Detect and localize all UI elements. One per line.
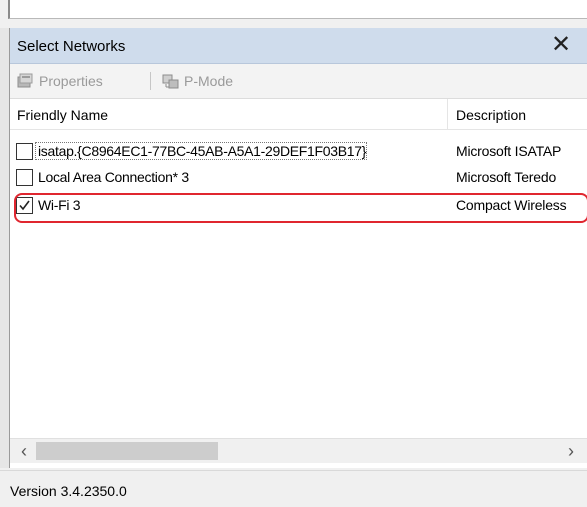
description-cell: Microsoft ISATAP <box>456 143 562 159</box>
friendly-name-cell: Local Area Connection* 3 <box>38 169 189 185</box>
column-header-description[interactable]: Description <box>456 107 526 123</box>
dialog-title: Select Networks <box>17 38 126 55</box>
row-checkbox[interactable] <box>16 197 33 214</box>
close-button[interactable]: ✕ <box>549 32 573 58</box>
scrollbar-thumb[interactable] <box>36 442 218 460</box>
properties-button[interactable]: Properties <box>17 71 103 91</box>
scroll-right-icon[interactable]: › <box>561 441 581 461</box>
properties-label: Properties <box>39 73 103 89</box>
toolbar-separator <box>150 72 151 90</box>
parent-window-edge <box>0 28 10 468</box>
column-divider[interactable] <box>447 99 448 129</box>
status-bar: Version 3.4.2350.0 <box>0 470 587 507</box>
row-checkbox[interactable] <box>16 169 33 186</box>
column-header-friendly-name[interactable]: Friendly Name <box>17 107 108 123</box>
p-mode-button[interactable]: P-Mode <box>162 71 233 91</box>
toolbar: Properties P-Mode <box>10 64 587 99</box>
select-networks-dialog: Select Networks ✕ Properties P-Mode Frie… <box>10 28 587 468</box>
close-icon: ✕ <box>550 31 572 58</box>
parent-window-input <box>8 0 587 19</box>
p-mode-label: P-Mode <box>184 73 234 89</box>
version-label: Version 3.4.2350.0 <box>10 483 127 499</box>
title-bar: Select Networks ✕ <box>10 28 587 64</box>
checkmark-icon <box>19 200 30 211</box>
table-row[interactable]: isatap.{C8964EC1-77BC-45AB-A5A1-29DEF1F0… <box>10 141 587 163</box>
description-cell: Compact Wireless <box>456 197 567 213</box>
table-row[interactable]: Local Area Connection* 3 Microsoft Tered… <box>10 167 587 189</box>
scroll-left-icon[interactable]: ‹ <box>14 441 34 461</box>
friendly-name-cell: isatap.{C8964EC1-77BC-45AB-A5A1-29DEF1F0… <box>34 142 368 160</box>
p-mode-icon <box>162 74 179 89</box>
properties-icon <box>17 73 33 88</box>
description-cell: Microsoft Teredo <box>456 169 557 185</box>
table-row[interactable]: Wi-Fi 3 Compact Wireless <box>10 195 587 217</box>
table-header: Friendly Name Description <box>10 99 587 130</box>
friendly-name-cell: Wi-Fi 3 <box>38 197 81 213</box>
horizontal-scrollbar[interactable]: ‹ › <box>10 438 587 463</box>
row-checkbox[interactable] <box>16 143 33 160</box>
parent-window-frame <box>0 0 587 28</box>
